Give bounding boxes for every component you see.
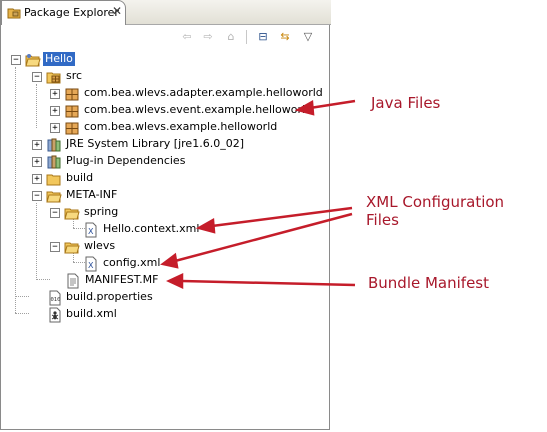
tree-item-label[interactable]: Hello.context.xml: [103, 222, 199, 236]
tab-title: Package Explorer: [24, 6, 119, 19]
close-icon[interactable]: ✕: [112, 4, 122, 18]
tree-item-label[interactable]: build.properties: [66, 290, 153, 304]
tree-guide: [15, 67, 16, 313]
back-icon[interactable]: ⇦: [179, 29, 195, 45]
folder-open-icon: [64, 239, 80, 255]
expand-toggle[interactable]: +: [32, 157, 42, 167]
text-file-icon: [65, 273, 81, 289]
home-icon[interactable]: ⌂: [223, 29, 239, 45]
callout-bundle-manifest: Bundle Manifest: [368, 274, 490, 292]
xml-file-icon: X: [83, 222, 99, 238]
properties-file-icon: 010: [47, 290, 63, 306]
folder-open-icon: [46, 188, 62, 204]
tree-guide: [36, 84, 37, 128]
package-icon: [64, 86, 80, 102]
callout-xml-config-line1: XML Configuration: [366, 193, 505, 211]
library-icon: [46, 137, 62, 153]
tree-item-label[interactable]: com.bea.wlevs.event.example.helloworld: [84, 103, 312, 117]
tree-item-label[interactable]: wlevs: [84, 239, 115, 253]
folder-open-icon: [64, 205, 80, 221]
forward-icon[interactable]: ⇨: [200, 29, 216, 45]
svg-text:010: 010: [51, 297, 61, 303]
tree-item-label[interactable]: config.xml: [103, 256, 160, 270]
tree-guide: [15, 296, 29, 297]
tree-item-label[interactable]: com.bea.wlevs.example.helloworld: [84, 120, 277, 134]
collapse-toggle[interactable]: −: [32, 191, 42, 201]
callout-java-files: Java Files: [371, 94, 441, 112]
package-icon: [64, 120, 80, 136]
collapse-toggle[interactable]: −: [32, 72, 42, 82]
collapse-all-icon[interactable]: ⊟: [255, 29, 271, 45]
tree-guide: [36, 279, 50, 280]
ant-file-icon: [47, 307, 63, 323]
xml-file-icon: X: [83, 256, 99, 272]
expand-toggle[interactable]: +: [50, 123, 60, 133]
tree-item-label[interactable]: META-INF: [66, 188, 117, 202]
expand-toggle[interactable]: +: [32, 140, 42, 150]
expand-toggle[interactable]: +: [32, 174, 42, 184]
package-explorer-icon: [7, 6, 21, 23]
library-icon: [46, 154, 62, 170]
collapse-toggle[interactable]: −: [50, 208, 60, 218]
svg-text:X: X: [88, 227, 94, 236]
expand-toggle[interactable]: +: [50, 89, 60, 99]
tree-item-label[interactable]: com.bea.wlevs.adapter.example.helloworld: [84, 86, 323, 100]
source-folder-icon: [46, 69, 62, 85]
toolbar-separator: [246, 30, 247, 44]
package-explorer-view: Package Explorer ✕ ⇦ ⇨ ⌂ ⊟ ⇆ ▽ − Hello −…: [0, 0, 331, 430]
callout-xml-config-line2: Files: [366, 211, 399, 229]
project-folder-icon: [25, 52, 41, 68]
tree-item-label[interactable]: build: [66, 171, 93, 185]
view-menu-icon[interactable]: ▽: [300, 29, 316, 45]
tree-item-label[interactable]: Plug-in Dependencies: [66, 154, 185, 168]
package-icon: [64, 103, 80, 119]
tree-guide: [15, 313, 29, 314]
tree-item-label[interactable]: MANIFEST.MF: [85, 273, 158, 287]
tree-item-label[interactable]: src: [66, 69, 82, 83]
view-tab-strip: Package Explorer ✕: [1, 0, 331, 25]
tree-item-label[interactable]: spring: [84, 205, 118, 219]
tree-item-label[interactable]: Hello: [43, 52, 75, 66]
expand-toggle[interactable]: +: [50, 106, 60, 116]
collapse-toggle[interactable]: −: [50, 242, 60, 252]
svg-text:X: X: [88, 261, 94, 270]
tab-package-explorer[interactable]: Package Explorer ✕: [1, 0, 126, 25]
folder-icon: [46, 171, 62, 187]
collapse-toggle[interactable]: −: [11, 55, 21, 65]
view-toolbar: ⇦ ⇨ ⌂ ⊟ ⇆ ▽: [1, 25, 329, 49]
tree-item-label[interactable]: JRE System Library [jre1.6.0_02]: [66, 137, 244, 151]
link-with-editor-icon[interactable]: ⇆: [277, 29, 293, 45]
tree-item-label[interactable]: build.xml: [66, 307, 117, 321]
tree-guide: [36, 203, 37, 280]
